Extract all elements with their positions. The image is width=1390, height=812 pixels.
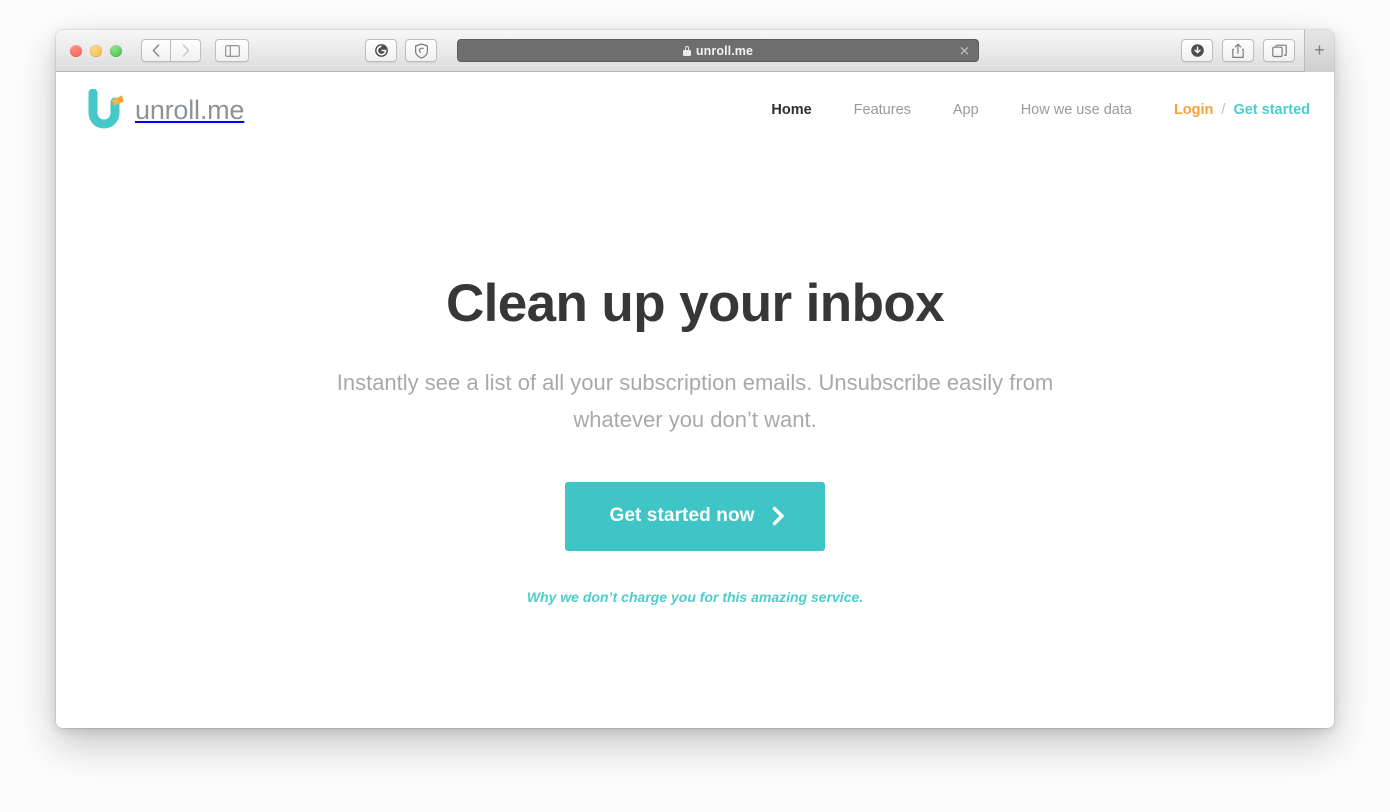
address-bar-content: unroll.me [682,43,754,58]
extension-buttons [357,39,437,62]
lock-icon [682,45,691,56]
downloads-button[interactable] [1181,39,1213,62]
back-button[interactable] [141,39,171,62]
sidebar-icon [224,44,240,57]
ghostery-icon [374,44,388,57]
downloads-icon [1190,44,1204,57]
address-bar-url: unroll.me [695,43,754,58]
nav-item-features[interactable]: Features [833,102,932,118]
site-logo-text: unroll.me [135,94,245,125]
new-tab-button[interactable]: + [1304,30,1334,72]
toolbar-right-buttons: + [1172,30,1334,72]
browser-window: unroll.me ✕ + unroll.me Home Features Ap… [56,30,1334,728]
navigation-buttons [141,39,201,62]
maximize-window-button[interactable] [110,44,122,57]
chevron-right-icon [182,44,189,57]
chevron-left-icon [152,44,160,57]
browser-toolbar: unroll.me ✕ + [56,30,1334,72]
nav-item-app[interactable]: App [932,102,1000,118]
page-title: Clean up your inbox [445,274,945,333]
unrollme-logo-icon [88,89,124,129]
pricing-explainer-link[interactable]: Why we don’t charge you for this amazing… [56,589,1334,605]
privacy-badger-icon-button[interactable] [405,39,437,62]
cta-label: Get started now [609,505,755,527]
chevron-right-icon [772,507,784,526]
site-logo[interactable]: unroll.me [88,89,244,131]
hero-subheading: Instantly see a list of all your subscri… [336,369,1054,433]
ghostery-icon-button[interactable] [365,39,397,62]
clear-address-button[interactable]: ✕ [958,44,971,57]
get-started-link[interactable]: Get started [1225,102,1310,118]
site-header: unroll.me Home Features App How we use d… [56,72,1334,148]
shield-icon [414,42,428,59]
tab-overview-icon [1271,44,1287,57]
minimize-window-button[interactable] [90,44,102,57]
login-link[interactable]: Login [1153,102,1221,118]
window-controls [70,44,122,57]
share-icon [1232,43,1244,58]
sidebar-toggle-button[interactable] [215,39,249,62]
nav-item-home[interactable]: Home [750,102,832,118]
nav-item-how-we-use-data[interactable]: How we use data [1000,102,1153,118]
hero-section: Clean up your inbox Instantly see a list… [56,148,1334,605]
address-bar[interactable]: unroll.me ✕ [457,39,979,62]
close-window-button[interactable] [70,44,82,57]
main-navigation: Home Features App How we use data Login … [750,102,1310,118]
share-button[interactable] [1222,39,1254,62]
page-content: unroll.me Home Features App How we use d… [56,72,1334,727]
forward-button[interactable] [171,39,201,62]
tab-overview-button[interactable] [1263,39,1295,62]
get-started-now-button[interactable]: Get started now [565,482,825,552]
